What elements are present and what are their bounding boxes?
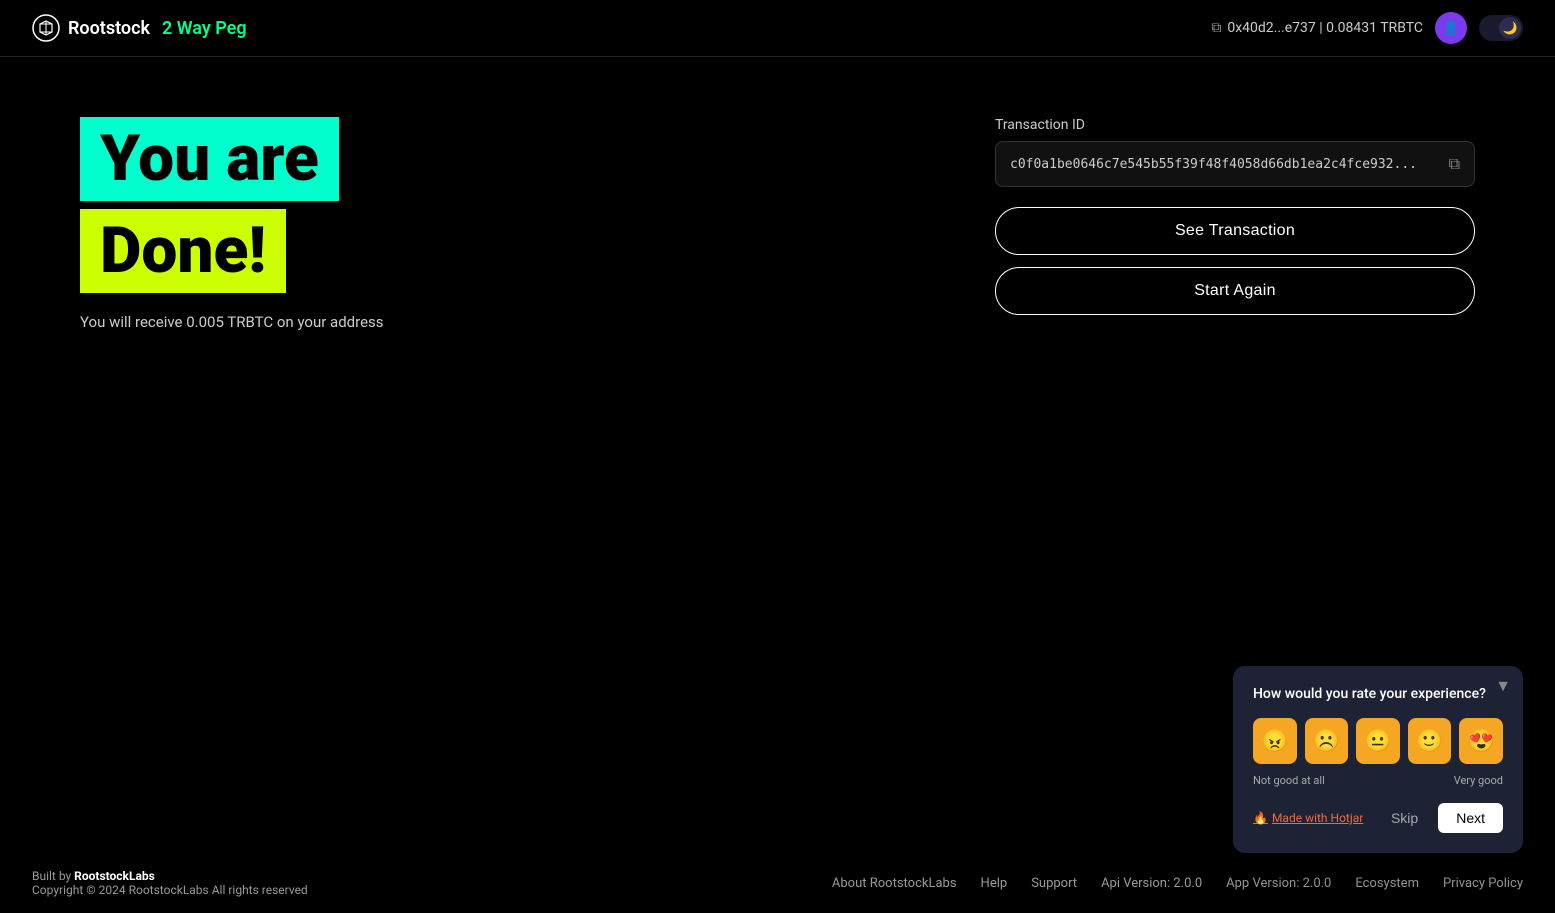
header-left: Rootstock 2 Way Peg xyxy=(32,14,247,42)
label-not-good: Not good at all xyxy=(1253,774,1325,787)
emoji-btn-4[interactable]: 🙂 xyxy=(1408,718,1452,764)
footer-api-version: Api Version: 2.0.0 xyxy=(1101,876,1202,891)
rating-actions: 🔥 Made with Hotjar Skip Next xyxy=(1253,803,1503,833)
copy-transaction-id-icon[interactable]: ⧉ xyxy=(1449,154,1460,174)
skip-button[interactable]: Skip xyxy=(1379,804,1430,832)
see-transaction-button[interactable]: See Transaction xyxy=(995,207,1475,255)
company-name: RootstockLabs xyxy=(74,869,155,883)
emoji-btn-1[interactable]: 😠 xyxy=(1253,718,1297,764)
label-very-good: Very good xyxy=(1454,774,1503,787)
header: Rootstock 2 Way Peg ⧉ 0x40d2...e737 | 0.… xyxy=(0,0,1555,57)
transaction-id-label: Transaction ID xyxy=(995,117,1475,133)
nav-label: 2 Way Peg xyxy=(162,18,247,39)
rating-widget: ▼ How would you rate your experience? 😠 … xyxy=(1233,666,1523,853)
emoji-rating-row: 😠 ☹️ 😐 🙂 😍 xyxy=(1253,718,1503,764)
emoji-btn-2[interactable]: ☹️ xyxy=(1305,718,1349,764)
headline-line2: Done! xyxy=(100,213,266,288)
footer-link-ecosystem[interactable]: Ecosystem xyxy=(1355,876,1419,891)
rootstock-logo-icon xyxy=(32,14,60,42)
avatar-button[interactable]: 👤 xyxy=(1435,12,1467,44)
wallet-address: 0x40d2...e737 | 0.08431 TRBTC xyxy=(1227,20,1423,36)
copyright-text: Copyright © 2024 RootstockLabs All right… xyxy=(32,883,308,897)
rating-labels: Not good at all Very good xyxy=(1253,774,1503,787)
footer-left: Built by RootstockLabs Copyright © 2024 … xyxy=(32,869,308,897)
footer-link-privacy[interactable]: Privacy Policy xyxy=(1443,876,1523,891)
start-again-button[interactable]: Start Again xyxy=(995,267,1475,315)
copy-wallet-icon[interactable]: ⧉ xyxy=(1211,20,1221,36)
headline-line1: You are xyxy=(100,121,319,196)
headline-block-1: You are xyxy=(80,117,339,201)
transaction-id-field: c0f0a1be0646c7e545b55f39f48f4058d66db1ea… xyxy=(995,141,1475,187)
logo-area: Rootstock xyxy=(32,14,150,42)
logo-text: Rootstock xyxy=(68,18,150,39)
subtitle-text: You will receive 0.005 TRBTC on your add… xyxy=(80,313,915,331)
emoji-btn-3[interactable]: 😐 xyxy=(1356,718,1400,764)
right-section: Transaction ID c0f0a1be0646c7e545b55f39f… xyxy=(995,117,1475,315)
rating-buttons: Skip Next xyxy=(1379,803,1503,833)
theme-toggle-button[interactable]: 🌙 xyxy=(1479,15,1523,41)
left-section: You are Done! You will receive 0.005 TRB… xyxy=(80,117,915,331)
headline-block-2: Done! xyxy=(80,209,286,293)
footer-app-version: App Version: 2.0.0 xyxy=(1226,876,1331,891)
transaction-id-value: c0f0a1be0646c7e545b55f39f48f4058d66db1ea… xyxy=(1010,157,1441,172)
footer-links: About RootstockLabs Help Support Api Ver… xyxy=(832,876,1523,891)
rating-close-button[interactable]: ▼ xyxy=(1495,678,1511,696)
main-content: You are Done! You will receive 0.005 TRB… xyxy=(0,57,1555,391)
footer-link-support[interactable]: Support xyxy=(1031,876,1077,891)
built-by-text: Built by RootstockLabs xyxy=(32,869,308,883)
emoji-btn-5[interactable]: 😍 xyxy=(1459,718,1503,764)
theme-toggle-knob: 🌙 xyxy=(1499,17,1521,39)
next-button[interactable]: Next xyxy=(1438,803,1503,833)
footer-link-about[interactable]: About RootstockLabs xyxy=(832,876,957,891)
header-right: ⧉ 0x40d2...e737 | 0.08431 TRBTC 👤 🌙 xyxy=(1211,12,1523,44)
hotjar-link[interactable]: 🔥 Made with Hotjar xyxy=(1253,811,1363,825)
rating-question: How would you rate your experience? xyxy=(1253,686,1503,702)
avatar-icon: 👤 xyxy=(1442,20,1459,37)
wallet-info: ⧉ 0x40d2...e737 | 0.08431 TRBTC xyxy=(1211,20,1423,36)
footer-link-help[interactable]: Help xyxy=(981,876,1008,891)
footer: Built by RootstockLabs Copyright © 2024 … xyxy=(0,853,1555,913)
